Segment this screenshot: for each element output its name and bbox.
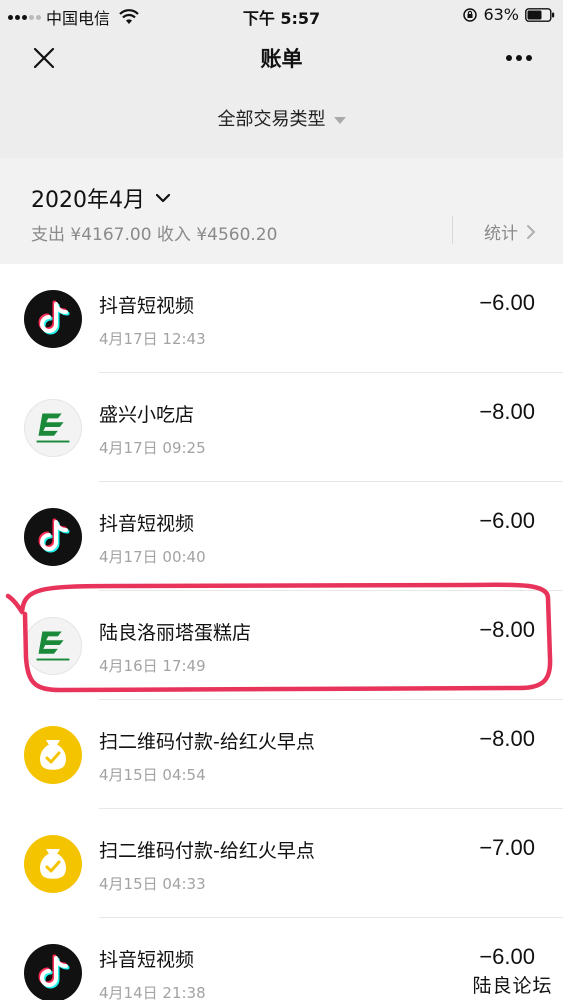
transaction-row[interactable]: 抖音短视频 4月17日 00:40 −6.00 <box>0 482 563 591</box>
filter-label: 全部交易类型 <box>217 109 326 130</box>
tiktok-icon <box>24 290 82 348</box>
post-bank-icon <box>24 617 82 675</box>
transaction-row[interactable]: 扫二维码付款-给红火早点 4月15日 04:54 −8.00 <box>0 700 563 809</box>
merchant-name: 抖音短视频 <box>99 295 195 317</box>
transaction-amount: −6.00 <box>479 290 535 315</box>
more-icon[interactable] <box>505 54 533 62</box>
transaction-time: 4月16日 17:49 <box>99 657 206 675</box>
transaction-amount: −7.00 <box>479 835 535 860</box>
chevron-right-icon <box>527 224 535 239</box>
month-title: 2020年4月 <box>31 188 145 213</box>
transaction-time: 4月17日 09:25 <box>99 439 206 457</box>
qr-pay-icon <box>24 726 82 784</box>
watermark: 陆良论坛 <box>462 972 563 1000</box>
transaction-row[interactable]: 抖音短视频 4月17日 12:43 −6.00 <box>0 264 563 373</box>
rotation-lock-icon <box>463 7 478 22</box>
transaction-amount: −6.00 <box>479 944 535 969</box>
tiktok-icon <box>24 944 82 1000</box>
month-summary: 支出 ¥4167.00 收入 ¥4560.20 <box>31 225 278 245</box>
caret-down-icon <box>333 116 346 124</box>
qr-pay-icon <box>24 835 82 893</box>
transaction-time: 4月15日 04:33 <box>99 875 206 893</box>
status-bar: 中国电信 下午 5:57 63% <box>0 0 563 30</box>
post-bank-icon <box>24 399 82 457</box>
transaction-list: 抖音短视频 4月17日 12:43 −6.00 盛兴小吃店 4月17日 09:2… <box>0 264 563 1000</box>
merchant-name: 扫二维码付款-给红火早点 <box>99 731 315 753</box>
month-selector[interactable]: 2020年4月 <box>31 182 171 214</box>
transaction-time: 4月17日 12:43 <box>99 330 206 348</box>
transaction-type-filter[interactable]: 全部交易类型 <box>0 105 563 131</box>
transaction-time: 4月15日 04:54 <box>99 766 206 784</box>
battery-percent: 63% <box>483 5 519 24</box>
battery-icon <box>525 7 555 22</box>
transaction-row[interactable]: 陆良洛丽塔蛋糕店 4月16日 17:49 −8.00 <box>0 591 563 700</box>
stats-label: 统计 <box>484 224 518 244</box>
transaction-amount: −8.00 <box>479 399 535 424</box>
transaction-time: 4月14日 21:38 <box>99 984 206 1000</box>
nav-bar: 账单 <box>0 30 563 86</box>
stats-button[interactable]: 统计 <box>484 219 536 244</box>
merchant-name: 扫二维码付款-给红火早点 <box>99 840 315 862</box>
merchant-name: 抖音短视频 <box>99 949 195 971</box>
merchant-name: 抖音短视频 <box>99 513 195 535</box>
transaction-row[interactable]: 扫二维码付款-给红火早点 4月15日 04:33 −7.00 <box>0 809 563 918</box>
status-right: 63% <box>463 5 555 24</box>
tiktok-icon <box>24 508 82 566</box>
transaction-amount: −8.00 <box>479 617 535 642</box>
merchant-name: 陆良洛丽塔蛋糕店 <box>99 622 252 644</box>
merchant-name: 盛兴小吃店 <box>99 404 195 426</box>
month-panel: 2020年4月 支出 ¥4167.00 收入 ¥4560.20 统计 <box>0 158 563 264</box>
transaction-amount: −6.00 <box>479 508 535 533</box>
page-title: 账单 <box>260 47 303 71</box>
transaction-time: 4月17日 00:40 <box>99 548 206 566</box>
divider <box>452 216 453 244</box>
transaction-row[interactable]: 盛兴小吃店 4月17日 09:25 −8.00 <box>0 373 563 482</box>
transaction-amount: −8.00 <box>479 726 535 751</box>
chevron-down-icon <box>155 193 171 203</box>
